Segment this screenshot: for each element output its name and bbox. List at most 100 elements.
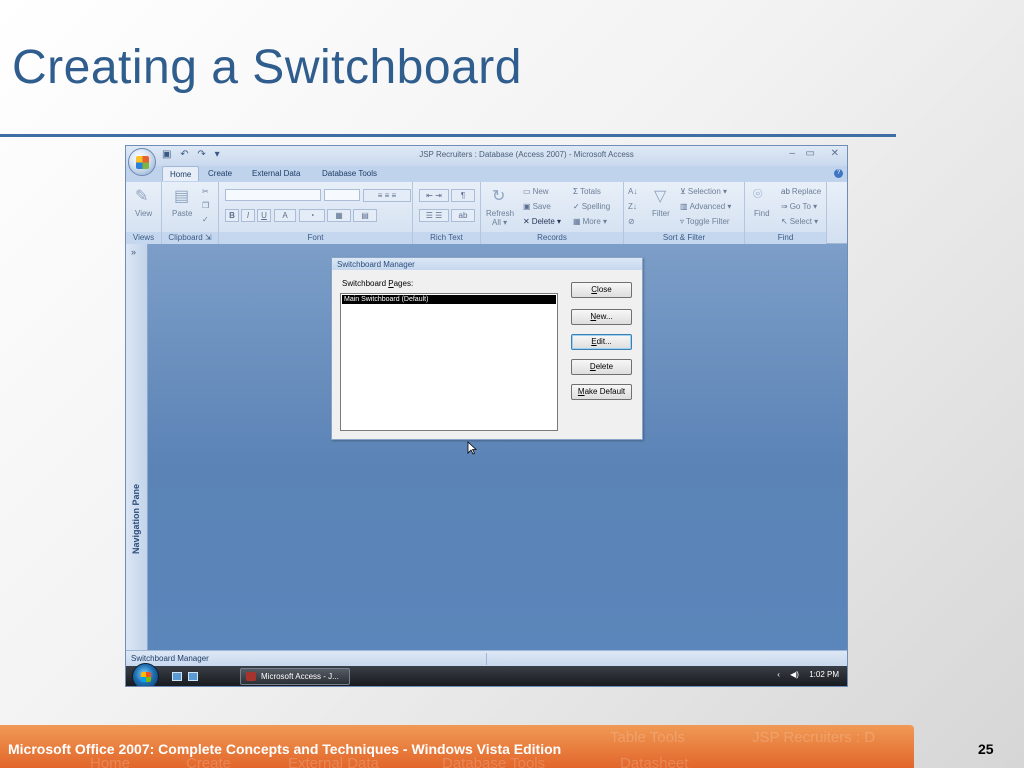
clear-sort-icon[interactable]: ⊘ xyxy=(628,217,635,226)
tab-external-data[interactable]: External Data xyxy=(248,168,304,179)
taskbar: Microsoft Access - J... ‹ ◀) 1:02 PM xyxy=(126,663,847,686)
title-bar: ▣ ↶ ↷ ▾ JSP Recruiters : Database (Acces… xyxy=(126,146,847,166)
refresh-icon[interactable]: ↻ xyxy=(492,186,505,206)
alternate-fill-button[interactable]: ▤ xyxy=(353,209,377,222)
office-logo-icon xyxy=(136,156,149,169)
office-button[interactable] xyxy=(128,148,156,176)
refresh-all-dropdown[interactable]: All ▾ xyxy=(492,218,507,227)
dialog-title: Switchboard Manager xyxy=(332,258,642,270)
go-to-button[interactable]: ⇒ Go To ▾ xyxy=(781,202,817,211)
sort-ascending-icon[interactable]: A↓ xyxy=(628,187,637,196)
gridlines-button[interactable]: ▦ xyxy=(327,209,351,222)
system-tray: ‹ ◀) 1:02 PM xyxy=(769,670,839,679)
group-label-records: Records xyxy=(481,232,623,244)
format-painter-icon[interactable]: ✓ xyxy=(202,215,209,224)
refresh-all-button[interactable]: Refresh xyxy=(486,209,514,218)
group-sort-filter: A↓ Z↓ ⊘ ▽ Filter ⊻ Selection ▾ ▥ Advanced … xyxy=(624,182,745,244)
bold-button[interactable]: B xyxy=(225,209,239,222)
close-button[interactable]: Close xyxy=(571,282,632,298)
font-name-combo[interactable] xyxy=(225,189,321,201)
toggle-filter-button[interactable]: ▿ Toggle Filter xyxy=(680,217,730,226)
expand-chevron-icon[interactable]: » xyxy=(131,247,136,257)
tab-create[interactable]: Create xyxy=(204,168,236,179)
mouse-pointer-icon xyxy=(467,441,477,455)
close-window-button[interactable]: ✕ xyxy=(831,148,839,159)
list-buttons[interactable]: ☰ ☰ xyxy=(419,209,449,222)
volume-icon[interactable]: ◀) xyxy=(790,670,799,679)
title-divider xyxy=(0,134,896,137)
copy-icon[interactable]: ❐ xyxy=(202,201,209,210)
totals-button[interactable]: Σ Totals xyxy=(573,187,601,196)
font-color-button[interactable]: A xyxy=(274,209,296,222)
italic-button[interactable]: I xyxy=(241,209,255,222)
replace-button[interactable]: ab Replace xyxy=(781,187,821,196)
view-icon[interactable]: ✎ xyxy=(135,186,148,206)
save-record-button[interactable]: ▣ Save xyxy=(523,202,551,211)
selection-button[interactable]: ⊻ Selection ▾ xyxy=(680,187,727,196)
group-records: ↻ Refresh All ▾ ▭ New ▣ Save ✕ Delete ▾ Σ To… xyxy=(481,182,624,244)
filter-button[interactable]: Filter xyxy=(652,209,670,218)
navigation-pane[interactable]: » Navigation Pane xyxy=(126,244,148,650)
switchboard-pages-list[interactable]: Main Switchboard (Default) xyxy=(340,293,558,431)
align-buttons[interactable]: ≡ ≡ ≡ xyxy=(363,189,411,202)
underline-button[interactable]: U xyxy=(257,209,271,222)
spelling-button[interactable]: ✓ Spelling xyxy=(573,202,610,211)
make-default-button[interactable]: Make Default xyxy=(571,384,632,400)
group-find: ⌾ Find ab Replace ⇒ Go To ▾ ↖ Select ▾ Find xyxy=(745,182,827,244)
new-record-icon: ▭ xyxy=(523,187,531,196)
group-rich-text: ⇤ ⇥ ¶ ☰ ☰ ab Rich Text xyxy=(413,182,481,244)
page-number: 25 xyxy=(978,741,994,757)
workspace: » Navigation Pane Switchboard Manager Sw… xyxy=(126,244,847,650)
cut-icon[interactable]: ✂ xyxy=(202,187,209,196)
selection-icon: ⊻ xyxy=(680,187,686,196)
group-label-views: Views xyxy=(126,232,161,244)
sort-descending-icon[interactable]: Z↓ xyxy=(628,202,637,211)
delete-button[interactable]: Delete xyxy=(571,359,632,375)
group-label-sort-filter: Sort & Filter xyxy=(624,232,744,244)
group-label-font: Font xyxy=(219,232,412,244)
tab-home[interactable]: Home xyxy=(162,166,200,181)
fill-color-button[interactable]: ◔ xyxy=(299,209,325,222)
tab-database-tools[interactable]: Database Tools xyxy=(318,168,381,179)
window-title: JSP Recruiters : Database (Access 2007) … xyxy=(419,150,634,159)
save-record-icon: ▣ xyxy=(523,202,531,211)
ribbon: ✎ View Views ▤ Paste ✂ ❐ ✓ Clipboard ⇲ ≡… xyxy=(126,182,847,244)
group-label-rich-text: Rich Text xyxy=(413,232,480,244)
switchboard-manager-dialog: Switchboard Manager Switchboard Pages: M… xyxy=(331,257,643,440)
font-size-combo[interactable] xyxy=(324,189,360,201)
highlight-button[interactable]: ab xyxy=(451,209,475,222)
tray-expand-chevron-icon[interactable]: ‹ xyxy=(777,670,780,679)
minimize-button[interactable]: – xyxy=(789,148,795,159)
advanced-filter-icon: ▥ xyxy=(680,202,688,211)
clock[interactable]: 1:02 PM xyxy=(809,670,839,679)
slide-title: Creating a Switchboard xyxy=(12,41,522,94)
binoculars-icon[interactable]: ⌾ xyxy=(753,186,763,204)
taskbar-button-label: Microsoft Access - J... xyxy=(261,672,339,681)
edit-button[interactable]: Edit... xyxy=(571,334,632,350)
find-button[interactable]: Find xyxy=(754,209,770,218)
help-icon[interactable]: ? xyxy=(834,169,843,178)
paragraph-direction-button[interactable]: ¶ xyxy=(451,189,475,202)
switch-windows-icon[interactable] xyxy=(188,672,198,681)
maximize-button[interactable]: ▭ xyxy=(806,148,815,159)
taskbar-access-button[interactable]: Microsoft Access - J... xyxy=(240,668,350,685)
filter-icon[interactable]: ▽ xyxy=(654,186,666,206)
replace-icon: ab xyxy=(781,187,790,196)
access-app-icon xyxy=(246,672,256,681)
start-button[interactable] xyxy=(132,663,159,686)
new-record-button[interactable]: ▭ New xyxy=(523,187,549,196)
indent-buttons[interactable]: ⇤ ⇥ xyxy=(419,189,449,202)
status-text: Switchboard Manager xyxy=(131,654,209,663)
advanced-button[interactable]: ▥ Advanced ▾ xyxy=(680,202,731,211)
group-label-clipboard: Clipboard ⇲ xyxy=(162,232,218,244)
paste-button[interactable]: Paste xyxy=(172,209,192,218)
new-button[interactable]: New... xyxy=(571,309,632,325)
more-button[interactable]: ▦ More ▾ xyxy=(573,217,607,226)
sigma-icon: Σ xyxy=(573,187,578,196)
delete-record-button[interactable]: ✕ Delete ▾ xyxy=(523,217,561,226)
list-item[interactable]: Main Switchboard (Default) xyxy=(342,295,556,304)
select-button[interactable]: ↖ Select ▾ xyxy=(781,217,818,226)
show-desktop-icon[interactable] xyxy=(172,672,182,681)
view-button[interactable]: View xyxy=(135,209,152,218)
paste-icon[interactable]: ▤ xyxy=(174,186,189,206)
